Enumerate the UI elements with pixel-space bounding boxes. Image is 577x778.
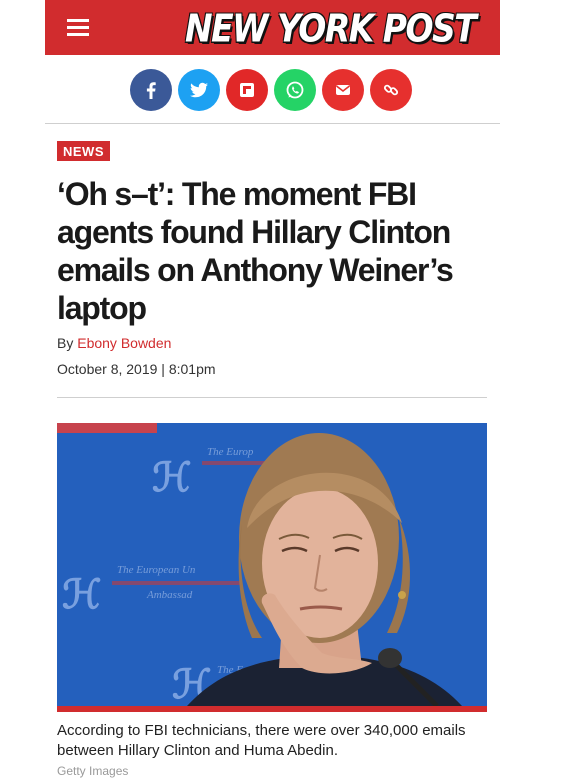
facebook-share-button[interactable]: [130, 69, 172, 111]
twitter-share-button[interactable]: [178, 69, 220, 111]
byline: By Ebony Bowden: [57, 335, 171, 351]
photo-illustration: ℋ ℋ ℋ The Europ The European Un Ambassad…: [57, 423, 487, 706]
byline-divider: [57, 397, 487, 398]
flipboard-share-button[interactable]: [226, 69, 268, 111]
author-link[interactable]: Ebony Bowden: [77, 335, 171, 351]
copy-link-button[interactable]: [370, 69, 412, 111]
photo-credit: Getty Images: [57, 764, 129, 778]
byline-prefix: By: [57, 335, 74, 351]
article-headline: ‘Oh s–t’: The moment FBI agents found Hi…: [57, 176, 454, 326]
article-photo[interactable]: ℋ ℋ ℋ The Europ The European Un Ambassad…: [57, 423, 487, 706]
publish-date: October 8, 2019 | 8:01pm: [57, 361, 216, 377]
twitter-icon: [190, 82, 208, 98]
link-icon: [383, 84, 399, 96]
site-logo[interactable]: NEW YORK POST: [185, 6, 477, 51]
photo-accent-bar: [57, 706, 487, 712]
photo-caption: According to FBI technicians, there were…: [57, 722, 466, 759]
svg-text:Ambassad: Ambassad: [146, 589, 193, 601]
flipboard-icon: [240, 83, 254, 97]
svg-text:ℋ: ℋ: [62, 571, 102, 618]
site-header: NEW YORK POST: [45, 0, 500, 55]
email-icon: [336, 85, 350, 95]
hamburger-menu-icon[interactable]: [67, 19, 89, 37]
whatsapp-icon: [286, 81, 304, 99]
facebook-icon: [146, 82, 156, 99]
whatsapp-share-button[interactable]: [274, 69, 316, 111]
svg-text:The Europ: The Europ: [207, 446, 254, 458]
share-bar: [130, 69, 412, 111]
email-share-button[interactable]: [322, 69, 364, 111]
section-tag[interactable]: NEWS: [57, 141, 110, 161]
svg-text:The European Un: The European Un: [117, 564, 196, 576]
svg-text:ℋ: ℋ: [152, 454, 192, 501]
header-divider: [45, 123, 500, 124]
article-page: NEW YORK POST NEWS ‘Oh s–t’: The moment …: [0, 0, 577, 778]
